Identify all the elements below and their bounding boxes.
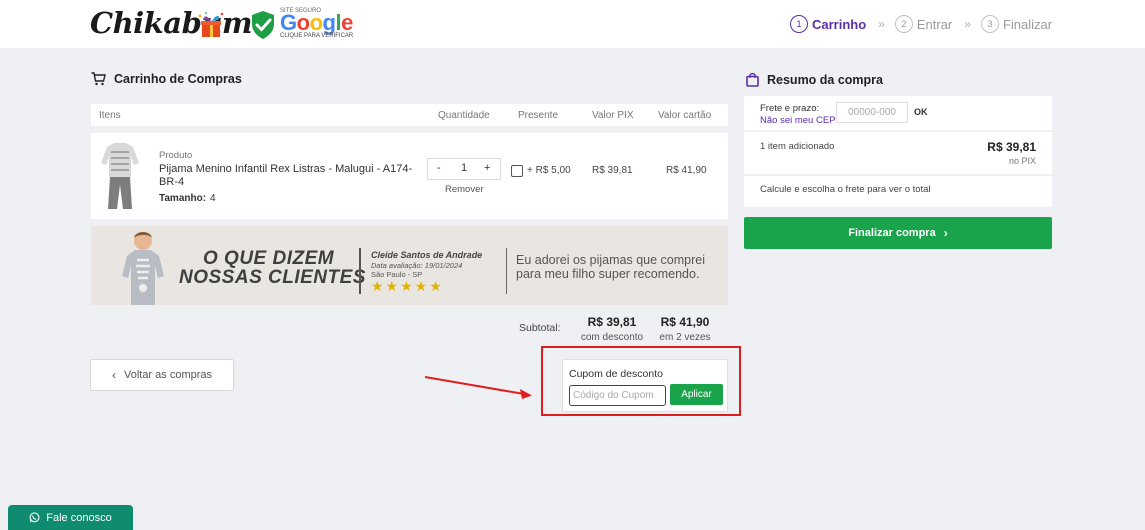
decrease-button[interactable]: -	[437, 162, 441, 174]
items-total-block: 1 item adicionado R$ 39,81 no PIX	[744, 132, 1052, 174]
size-value: 4	[210, 193, 216, 204]
subtotal-card-value: R$ 41,90	[660, 315, 710, 329]
review-date: Data avaliação: 19/01/2024	[371, 261, 463, 270]
review-quote: Eu adorei os pijamas que comprei para me…	[516, 253, 705, 281]
google-safe-seal[interactable]: SITE SEGURO Google CLIQUE PARA VERIFICAR	[250, 8, 354, 42]
chevron-right-icon: ›	[943, 226, 948, 240]
col-items: Itens	[99, 110, 121, 121]
summary-title: Resumo da compra	[746, 72, 883, 87]
finish-purchase-button[interactable]: Finalizar compra ›	[744, 217, 1052, 249]
coupon-highlight-box	[541, 346, 741, 416]
double-chevron-icon: »	[878, 17, 885, 31]
banner-divider	[359, 248, 361, 294]
subtotal-card: R$ 41,90 em 2 vezes	[652, 315, 718, 343]
shipping-label: Frete e prazo:	[760, 103, 820, 114]
items-added-text: 1 item adicionado	[760, 141, 835, 152]
banner-divider	[506, 248, 507, 294]
product-image[interactable]	[99, 141, 141, 211]
banner-heading-line1: O QUE DIZEM	[203, 248, 335, 269]
product-size: Tamanho: 4	[159, 193, 216, 204]
size-label: Tamanho:	[159, 193, 207, 204]
subtotal-pix-value: R$ 39,81	[587, 315, 637, 329]
step-cart: 1 Carrinho	[790, 15, 866, 33]
red-arrow-annotation	[424, 376, 532, 399]
step-label: Carrinho	[812, 16, 867, 32]
finish-button-label: Finalizar compra	[848, 227, 936, 239]
item-price-card: R$ 41,90	[666, 165, 707, 176]
seal-bottom-text: CLIQUE PARA VERIFICAR	[280, 33, 354, 39]
quantity-value[interactable]: 1	[461, 162, 467, 174]
gift-price-label: + R$ 5,00	[527, 165, 571, 176]
cart-item-row: Produto Pijama Menino Infantil Rex Listr…	[91, 133, 728, 219]
shield-check-icon	[252, 11, 274, 39]
child-photo	[122, 232, 164, 305]
col-price-pix: Valor PIX	[592, 110, 634, 121]
reviewer-name: Cleide Santos de Andrade	[371, 250, 483, 260]
star-rating-icon: ★★★★★	[371, 278, 444, 294]
cep-input[interactable]	[836, 102, 908, 123]
col-quantity: Quantidade	[438, 110, 490, 121]
col-gift: Presente	[518, 110, 559, 121]
subtotal-card-note: em 2 vezes	[659, 332, 711, 343]
checkout-steps: 1 Carrinho » 2 Entrar » 3 Finalizar	[790, 14, 1052, 34]
gift-icon	[198, 12, 224, 37]
item-price-pix: R$ 39,81	[592, 165, 633, 176]
double-chevron-icon: »	[964, 17, 971, 31]
subtotal-pix: R$ 39,81 com desconto	[580, 315, 644, 343]
store-logo[interactable]: Chikabum	[90, 6, 253, 40]
product-category: Produto	[159, 150, 193, 161]
product-name[interactable]: Pijama Menino Infantil Rex Listras - Mal…	[159, 163, 414, 189]
banner-heading: O QUE DIZEM NOSSAS CLIENTES	[179, 249, 366, 287]
step-number: 3	[980, 15, 999, 33]
banner-heading-line2: NOSSAS CLIENTES	[179, 267, 366, 288]
summary-total: R$ 39,81	[987, 140, 1036, 154]
step-login: 2 Entrar	[894, 15, 953, 33]
cep-ok-button[interactable]: OK	[914, 107, 928, 117]
contact-us-button[interactable]: Fale conosco	[8, 505, 133, 530]
cart-title-text: Carrinho de Compras	[114, 72, 242, 86]
subtotal-pix-note: com desconto	[580, 332, 644, 343]
back-button-label: Voltar as compras	[123, 369, 213, 381]
remove-item-link[interactable]: Remover	[445, 184, 484, 195]
customer-review-banner[interactable]: O QUE DIZEM NOSSAS CLIENTES Cleide Santo…	[91, 226, 728, 305]
contact-label: Fale conosco	[46, 511, 112, 524]
cart-title: Carrinho de Compras	[91, 72, 242, 86]
step-label: Entrar	[916, 16, 953, 32]
whatsapp-icon	[29, 512, 40, 523]
increase-button[interactable]: +	[484, 162, 490, 174]
subtotal-label: Subtotal:	[519, 322, 561, 334]
step-finish: 3 Finalizar	[980, 15, 1053, 33]
back-to-shopping-button[interactable]: ‹ Voltar as compras	[90, 359, 234, 391]
shipping-block: Frete e prazo: Não sei meu CEP OK	[744, 96, 1052, 130]
unknown-cep-link[interactable]: Não sei meu CEP	[760, 115, 836, 126]
summary-total-note: no PIX	[1008, 156, 1036, 166]
site-header: Chikabum SITE SEGURO Google CLIQUE PARA …	[0, 0, 1145, 48]
col-price-card: Valor cartão	[658, 110, 712, 121]
gift-checkbox[interactable]	[511, 165, 523, 177]
cart-table-header: Itens Quantidade Presente Valor PIX Valo…	[91, 104, 728, 126]
step-number: 1	[790, 15, 808, 33]
shipping-message-block: Calcule e escolha o frete para ver o tot…	[744, 176, 1052, 207]
step-number: 2	[894, 15, 913, 33]
cart-icon	[91, 72, 106, 86]
shopping-bag-icon	[746, 72, 759, 87]
chevron-left-icon: ‹	[111, 368, 116, 382]
summary-title-text: Resumo da compra	[767, 72, 884, 87]
calc-shipping-message: Calcule e escolha o frete para ver o tot…	[760, 184, 931, 195]
step-label: Finalizar	[1002, 16, 1053, 32]
quantity-stepper: - 1 +	[427, 158, 501, 180]
